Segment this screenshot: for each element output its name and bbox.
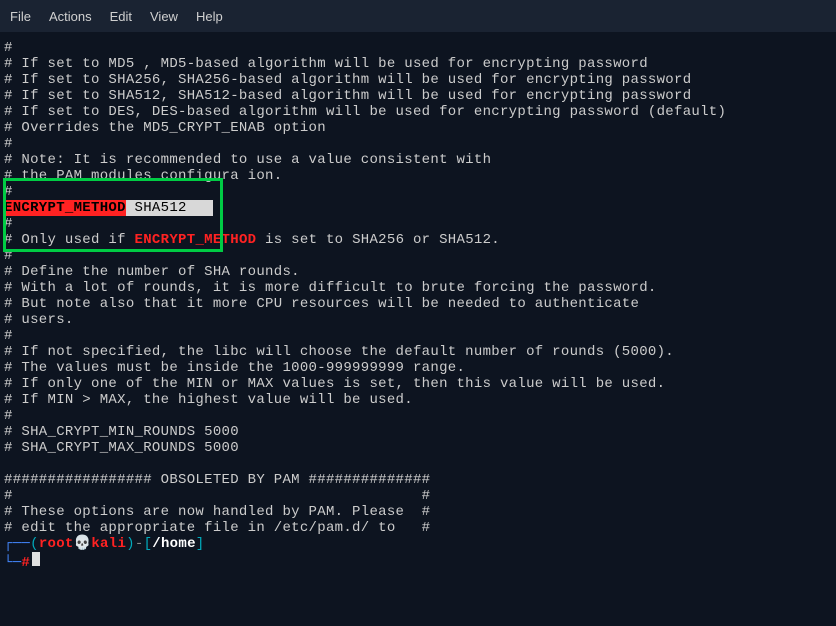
text-line: # # [4,488,832,504]
terminal-output[interactable]: # # If set to MD5 , MD5-based algorithm … [0,32,836,576]
prompt-paren: ) [126,536,135,552]
encrypt-method-line: ENCRYPT_METHOD SHA512 [4,200,832,216]
text-line: # [4,216,832,232]
text-line: # The values must be inside the 1000-999… [4,360,832,376]
text-line: # Note: It is recommended to use a value… [4,152,832,168]
menu-file[interactable]: File [10,9,31,24]
text-line: # Only used if ENCRYPT_METHOD is set to … [4,232,832,248]
text-line: # users. [4,312,832,328]
cursor-icon [32,552,40,566]
prompt-line-2[interactable]: └─# [4,552,832,568]
text-line: # If only one of the MIN or MAX values i… [4,376,832,392]
text-line: # If set to SHA512, SHA512-based algorit… [4,88,832,104]
prompt-bracket: [ [144,536,153,552]
prompt-path: /home [152,536,196,552]
text-line: # SHA_CRYPT_MAX_ROUNDS 5000 [4,440,832,456]
encrypt-method-ref: ENCRYPT_METHOD [135,232,257,248]
text-line: # With a lot of rounds, it is more diffi… [4,280,832,296]
prompt-paren: ( [30,536,39,552]
menu-view[interactable]: View [150,9,178,24]
menu-actions[interactable]: Actions [49,9,92,24]
encrypt-method-key: ENCRYPT_METHOD [4,200,126,216]
prompt-corner-icon: └─ [4,555,21,571]
prompt-bracket: ] [196,536,205,552]
text-line: # [4,408,832,424]
prompt-hash: # [21,555,30,571]
text-line: # Overrides the MD5_CRYPT_ENAB option [4,120,832,136]
text-line: # These options are now handled by PAM. … [4,504,832,520]
skull-icon: 💀 [74,536,92,552]
text-line: # [4,136,832,152]
text-line: # [4,248,832,264]
menubar: File Actions Edit View Help [0,0,836,32]
encrypt-method-value: SHA512 [126,200,213,216]
text-line: # edit the appropriate file in /etc/pam.… [4,520,832,536]
prompt-dash: - [135,536,144,552]
text-line: # If set to DES, DES-based algorithm wil… [4,104,832,120]
text-line: # If not specified, the libc will choose… [4,344,832,360]
text-line: # [4,184,832,200]
text-line: # [4,40,832,56]
text-line: # the PAM modules configura ion. [4,168,832,184]
text-line: # Define the number of SHA rounds. [4,264,832,280]
prompt-host: kali [91,536,126,552]
text-line: # If set to SHA256, SHA256-based algorit… [4,72,832,88]
text-line: # If set to MD5 , MD5-based algorithm wi… [4,56,832,72]
menu-edit[interactable]: Edit [110,9,132,24]
text-line: ################# OBSOLETED BY PAM #####… [4,472,832,488]
text-line: # [4,328,832,344]
menu-help[interactable]: Help [196,9,223,24]
prompt-line-1: ┌──(root💀kali)-[/home] [4,536,832,552]
prompt-user: root [39,536,74,552]
text-line: # If MIN > MAX, the highest value will b… [4,392,832,408]
text-line: # But note also that it more CPU resourc… [4,296,832,312]
text-line [4,456,832,472]
prompt-corner-icon: ┌── [4,536,30,552]
text-line: # SHA_CRYPT_MIN_ROUNDS 5000 [4,424,832,440]
